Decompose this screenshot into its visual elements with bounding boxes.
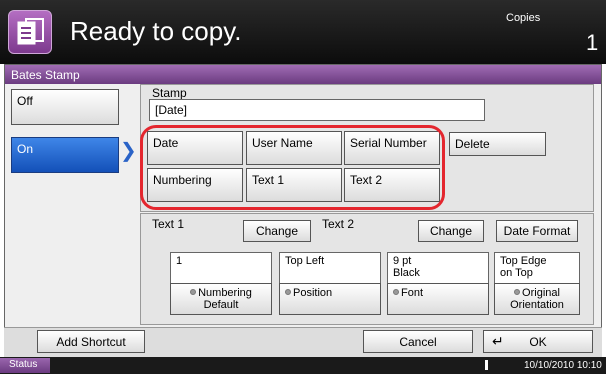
stamp-field[interactable]: [Date] bbox=[149, 99, 485, 121]
orientation-value: Top Edge on Top bbox=[494, 252, 580, 284]
font-button-label: Font bbox=[401, 287, 424, 299]
text1-change-button[interactable]: Change bbox=[243, 220, 311, 242]
on-button[interactable]: On bbox=[11, 137, 119, 173]
add-shortcut-button[interactable]: Add Shortcut bbox=[37, 330, 145, 353]
copies-label: Copies bbox=[506, 12, 541, 24]
delete-button[interactable]: Delete bbox=[449, 132, 546, 156]
numbering-button-label: Numbering bbox=[198, 287, 252, 299]
radio-icon bbox=[514, 289, 521, 295]
font-size-value: 9 pt bbox=[393, 255, 412, 267]
font-value: 9 pt Black bbox=[387, 252, 489, 284]
orientation-button-label: Original bbox=[522, 287, 560, 299]
cancel-button[interactable]: Cancel bbox=[363, 330, 473, 353]
text2-button[interactable]: Text 2 bbox=[344, 168, 440, 202]
text1-button[interactable]: Text 1 bbox=[246, 168, 342, 202]
numbering-value: 1 bbox=[170, 252, 272, 284]
panel-title: Bates Stamp bbox=[5, 65, 601, 84]
indicator-icon bbox=[485, 360, 488, 370]
numbering-default-button[interactable]: Numbering Default bbox=[170, 283, 272, 315]
position-value: Top Left bbox=[279, 252, 381, 284]
radio-icon bbox=[285, 289, 291, 295]
numbering-button[interactable]: Numbering bbox=[147, 168, 243, 202]
original-orientation-button[interactable]: Original Orientation bbox=[494, 283, 580, 315]
copy-icon bbox=[8, 10, 52, 54]
user-name-button[interactable]: User Name bbox=[246, 131, 342, 165]
ok-label: OK bbox=[529, 334, 547, 349]
off-button[interactable]: Off bbox=[11, 89, 119, 125]
page-title: Ready to copy. bbox=[70, 16, 242, 46]
numbering-button-sublabel: Default bbox=[203, 299, 239, 311]
date-button[interactable]: Date bbox=[147, 131, 243, 165]
status-button[interactable]: Status bbox=[0, 358, 50, 373]
status-datetime: 10/10/2010 10:10 bbox=[524, 360, 602, 371]
position-button[interactable]: Position bbox=[279, 283, 381, 315]
enter-icon: ↵ bbox=[492, 333, 504, 349]
position-button-label: Position bbox=[293, 287, 333, 299]
text2-label: Text 2 bbox=[322, 217, 355, 231]
radio-icon bbox=[190, 289, 197, 295]
status-bar bbox=[0, 357, 606, 374]
text2-change-button[interactable]: Change bbox=[418, 220, 484, 242]
stamp-label: Stamp bbox=[152, 86, 187, 100]
orientation-button-sublabel: Orientation bbox=[510, 299, 564, 311]
orientation-value-line1: Top Edge bbox=[500, 255, 547, 267]
date-format-button[interactable]: Date Format bbox=[496, 220, 578, 242]
serial-number-button[interactable]: Serial Number bbox=[344, 131, 440, 165]
font-color-value: Black bbox=[393, 267, 420, 279]
font-button[interactable]: Font bbox=[387, 283, 489, 315]
orientation-value-line2: on Top bbox=[500, 267, 533, 279]
radio-icon bbox=[393, 289, 399, 295]
ok-button[interactable]: ↵ OK bbox=[483, 330, 593, 353]
copies-count: 1 bbox=[586, 30, 599, 55]
text1-label: Text 1 bbox=[152, 217, 185, 231]
chevron-right-icon: ❯ bbox=[120, 140, 137, 162]
